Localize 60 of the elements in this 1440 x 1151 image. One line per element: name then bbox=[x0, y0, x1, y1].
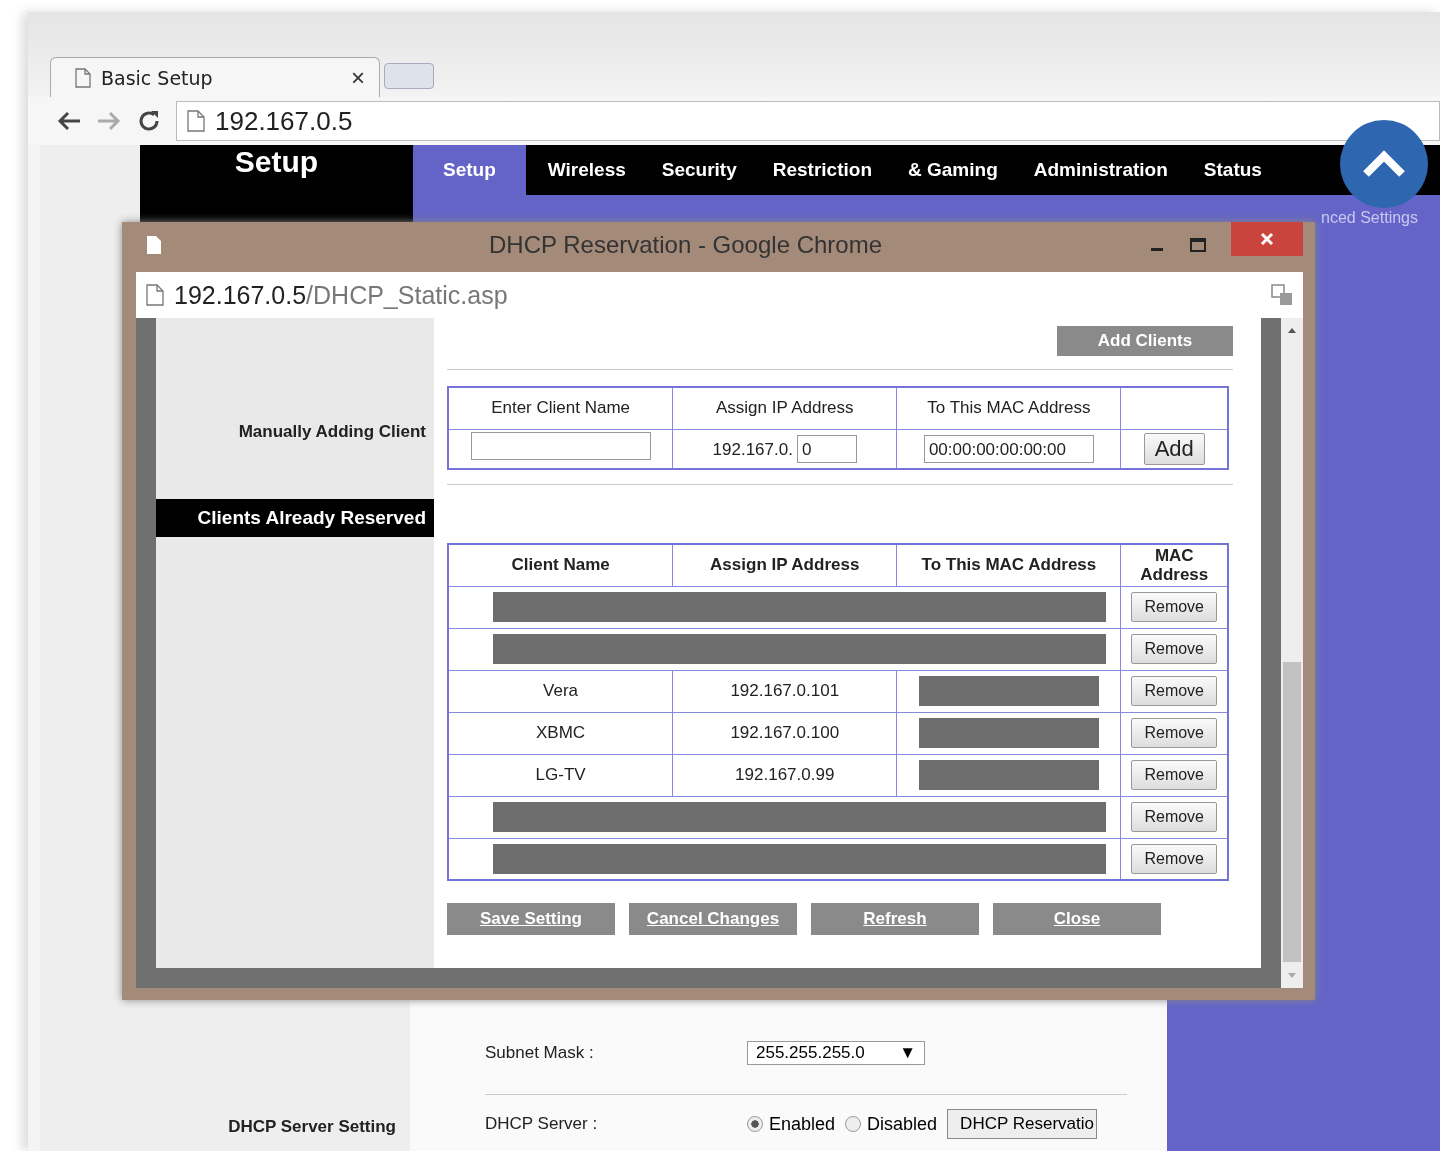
chevron-up-icon bbox=[1361, 149, 1407, 179]
column-header: Assign IP Address bbox=[672, 387, 897, 429]
close-icon bbox=[1259, 231, 1275, 247]
nav-tab[interactable]: & Gaming bbox=[894, 159, 1012, 181]
scroll-up-icon[interactable] bbox=[1287, 326, 1297, 334]
window-title: DHCP Reservation - Google Chrome bbox=[487, 231, 883, 259]
table-cell: 192.167.0.99 bbox=[672, 754, 897, 796]
remove-button[interactable]: Remove bbox=[1131, 718, 1217, 748]
address-bar[interactable]: 192.167.0.5 bbox=[176, 101, 1440, 141]
table-cell: LG-TV bbox=[448, 754, 673, 796]
nav-tab[interactable]: Restriction bbox=[758, 159, 886, 181]
close-tab-button[interactable]: × bbox=[351, 63, 365, 92]
remove-button[interactable]: Remove bbox=[1131, 592, 1217, 622]
client-name-field[interactable] bbox=[470, 432, 651, 461]
section-label: DHCP Server Setting bbox=[228, 1117, 396, 1137]
radio-button[interactable] bbox=[845, 1116, 862, 1132]
nav-tab[interactable]: Setup bbox=[413, 145, 526, 195]
table-cell: 192.167.0.100 bbox=[672, 712, 897, 754]
browser-tab[interactable]: Basic Setup × bbox=[50, 57, 380, 97]
remove-button[interactable]: Remove bbox=[1131, 634, 1217, 664]
subnet-mask-dropdown[interactable]: 255.255.255.0 ▼ bbox=[747, 1041, 925, 1065]
ip-field[interactable]: 0 bbox=[796, 434, 857, 463]
nav-tab[interactable]: Security bbox=[647, 159, 751, 181]
remove-button[interactable]: Remove bbox=[1131, 760, 1217, 790]
nav-tab[interactable]: Status bbox=[1189, 159, 1276, 181]
add-button[interactable]: Add bbox=[1143, 432, 1205, 465]
remove-button[interactable]: Remove bbox=[1131, 802, 1217, 832]
section-label: Manually Adding Client bbox=[238, 422, 426, 442]
mac-address-field[interactable]: 00:00:00:00:00:00 bbox=[923, 434, 1094, 463]
section-label: Clients Already Reserved bbox=[156, 499, 434, 537]
document-icon bbox=[146, 235, 162, 255]
remove-button[interactable]: Remove bbox=[1131, 843, 1217, 874]
column-header: To This MAC Address bbox=[896, 387, 1121, 429]
table-cell: XBMC bbox=[448, 712, 673, 754]
remove-button[interactable]: Remove bbox=[1131, 676, 1217, 706]
radio-label: Disabled bbox=[867, 1113, 938, 1135]
column-header: To This MAC Address bbox=[896, 544, 1121, 586]
url-text: 192.167.0.5/DHCP_Static.asp bbox=[174, 280, 509, 310]
tab-title: Basic Setup bbox=[101, 66, 214, 89]
document-icon bbox=[146, 284, 164, 306]
back-icon[interactable] bbox=[56, 110, 82, 132]
table-cell: 192.167.0.101 bbox=[672, 670, 897, 712]
ip-prefix: 192.167.0. bbox=[712, 439, 793, 459]
field-label: DHCP Server : bbox=[485, 1114, 599, 1134]
dhcp-reservation-button[interactable]: DHCP Reservatio bbox=[947, 1109, 1097, 1139]
scrollbar[interactable] bbox=[1281, 318, 1303, 988]
nav-tab[interactable]: Wireless bbox=[533, 159, 640, 181]
radio-button[interactable] bbox=[747, 1116, 763, 1132]
column-header: Client Name bbox=[448, 544, 673, 586]
close-button[interactable] bbox=[1231, 222, 1303, 256]
column-header: Enter Client Name bbox=[448, 387, 673, 429]
field-label: Subnet Mask : bbox=[485, 1043, 595, 1063]
nav-tab[interactable]: Administration bbox=[1019, 159, 1182, 181]
column-header: Assign IP Address bbox=[672, 544, 897, 586]
radio-label: Enabled bbox=[769, 1113, 836, 1135]
document-icon bbox=[75, 67, 91, 88]
document-icon bbox=[187, 110, 205, 132]
table-cell: Vera bbox=[448, 670, 673, 712]
section-title: Setup bbox=[234, 145, 319, 179]
maximize-icon[interactable] bbox=[1189, 237, 1207, 253]
